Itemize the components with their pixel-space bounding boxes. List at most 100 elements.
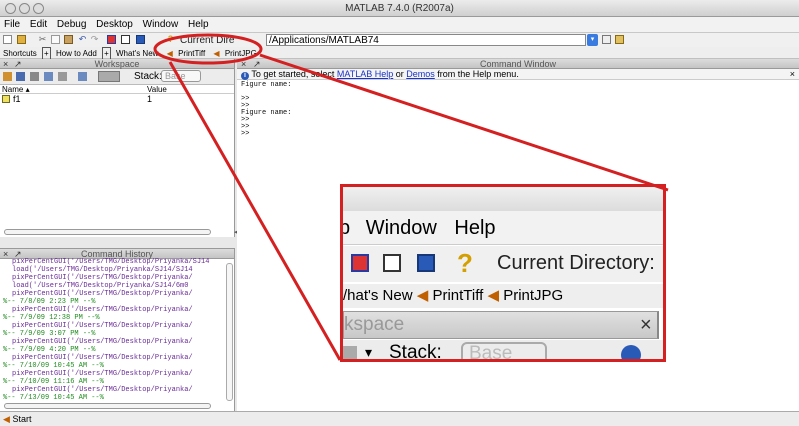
history-command[interactable]: pixPerCentGUI('/Users/TMG/Desktop/Priyan…: [0, 354, 225, 362]
start-label: Start: [12, 414, 32, 424]
simulink-icon[interactable]: [107, 35, 116, 44]
column-name-header[interactable]: Name ▴: [2, 85, 30, 94]
command-output-line: >>: [241, 102, 250, 110]
menu-desktop[interactable]: Desktop: [96, 19, 133, 30]
matlab-logo-icon: ◀: [3, 414, 10, 424]
workspace-import-icon[interactable]: [30, 72, 39, 81]
menu-help[interactable]: Help: [188, 19, 209, 30]
paste-icon[interactable]: [64, 35, 73, 44]
command-output-line: >>: [241, 95, 250, 103]
plot-selector-button[interactable]: [98, 71, 120, 82]
history-vscrollbar[interactable]: [226, 263, 233, 401]
cut-icon[interactable]: ✂: [38, 35, 47, 44]
directory-dropdown-icon[interactable]: ▾: [587, 34, 598, 46]
history-hscrollbar[interactable]: [4, 403, 211, 409]
shortcuts-bar: Shortcuts + How to Add + What's New ◀ Pr…: [0, 47, 799, 61]
matlab-help-link[interactable]: MATLAB Help: [337, 69, 393, 79]
undock-icon[interactable]: ↗: [14, 59, 22, 69]
zoom-close-icon: ×: [640, 314, 652, 336]
history-session-marker[interactable]: %-- 7/13/09 10:45 AM --%: [0, 394, 225, 401]
command-output-line: >>: [241, 123, 250, 131]
zoom-whats-new: /hat's New: [343, 287, 413, 304]
history-session-marker[interactable]: %-- 7/9/09 12:38 PM --%: [0, 314, 225, 322]
zoom-callout: p Window Help ? Current Directory: /hat'…: [340, 184, 666, 362]
workspace-toolbar: Stack: Base: [0, 69, 234, 85]
info-icon: i: [241, 72, 249, 80]
open-file-icon[interactable]: [17, 35, 26, 44]
info-text-suffix: from the Help menu.: [434, 69, 519, 79]
history-command[interactable]: pixPerCentGUI('/Users/TMG/Desktop/Priyan…: [0, 370, 225, 378]
close-pane-icon[interactable]: ×: [3, 59, 8, 69]
zoom-workspace-header: kspace ×: [343, 311, 659, 339]
workspace-header: × ↗ Workspace: [0, 59, 234, 69]
zoom-stack-label: Stack:: [389, 342, 442, 362]
command-history-pane: × ↗ Command History pixPerCentGUI('/User…: [0, 248, 235, 411]
workspace-pane: × ↗ Workspace Stack: Base Name ▴ Value f…: [0, 59, 235, 237]
zoom-window-button[interactable]: [33, 3, 44, 14]
copy-icon[interactable]: [51, 35, 60, 44]
workspace-open-icon[interactable]: [16, 72, 25, 81]
history-command[interactable]: pixPerCentGUI('/Users/TMG/Desktop/Priyan…: [0, 322, 225, 330]
minimize-window-button[interactable]: [19, 3, 30, 14]
column-value-header[interactable]: Value: [147, 85, 167, 94]
redo-icon[interactable]: ↷: [90, 35, 99, 44]
history-command[interactable]: pixPerCentGUI('/Users/TMG/Desktop/Priyan…: [0, 306, 225, 314]
zoom-stack-select: Base: [461, 342, 547, 359]
history-session-marker[interactable]: %-- 7/10/09 10:45 AM --%: [0, 362, 225, 370]
close-pane-icon[interactable]: ×: [241, 59, 246, 69]
history-command[interactable]: pixPerCentGUI('/Users/TMG/Desktop/Priyan…: [0, 258, 225, 266]
zoom-shortcuts-bar: /hat's New ◀ PrintTiff ◀ PrintJPG: [343, 284, 663, 308]
history-session-marker[interactable]: %-- 7/9/09 4:20 PM --%: [0, 346, 225, 354]
history-command[interactable]: pixPerCentGUI('/Users/TMG/Desktop/Priyan…: [0, 290, 225, 298]
profiler-icon[interactable]: [136, 35, 145, 44]
help-icon[interactable]: ?: [166, 35, 175, 44]
undock-icon[interactable]: ↗: [253, 59, 261, 69]
history-command[interactable]: pixPerCentGUI('/Users/TMG/Desktop/Priyan…: [0, 274, 225, 282]
history-session-marker[interactable]: %-- 7/9/09 3:07 PM --%: [0, 330, 225, 338]
new-file-icon[interactable]: [3, 35, 12, 44]
history-command[interactable]: pixPerCentGUI('/Users/TMG/Desktop/Priyan…: [0, 338, 225, 346]
zoom-workspace-title: kspace: [344, 314, 405, 335]
close-window-button[interactable]: [5, 3, 16, 14]
command-window-header: × ↗ Command Window: [237, 59, 799, 69]
zoom-current-directory-label: Current Directory:: [497, 252, 655, 274]
zoom-profiler-icon: [417, 254, 435, 272]
menu-window[interactable]: Window: [143, 19, 179, 30]
zoom-plot-selector: [343, 346, 357, 359]
start-button[interactable]: ◀ Start: [3, 414, 31, 424]
command-output[interactable]: Figure name: >> >> Figure name: >> >> >>: [237, 80, 799, 140]
workspace-delete-icon[interactable]: [78, 72, 87, 81]
zoom-help-icon: ?: [457, 248, 473, 278]
history-session-marker[interactable]: %-- 7/10/09 11:16 AM --%: [0, 378, 225, 386]
workspace-hscrollbar[interactable]: [4, 229, 211, 235]
parent-folder-icon[interactable]: [615, 35, 624, 44]
close-info-icon[interactable]: ×: [790, 69, 795, 80]
workspace-save-icon[interactable]: [44, 72, 53, 81]
menu-file[interactable]: File: [4, 19, 20, 30]
command-output-line: Figure name:: [241, 81, 292, 89]
workspace-row[interactable]: f1 1: [0, 94, 234, 104]
variable-value: 1: [147, 94, 153, 104]
variable-matrix-icon: [2, 95, 10, 103]
browse-folder-icon[interactable]: [602, 35, 611, 44]
current-directory-input[interactable]: /Applications/MATLAB74: [266, 34, 586, 46]
matlab-logo-icon: ◀: [416, 287, 429, 304]
workspace-print-icon[interactable]: [58, 72, 67, 81]
guide-icon[interactable]: [121, 35, 130, 44]
workspace-new-var-icon[interactable]: [3, 72, 12, 81]
current-directory-label: Current Dire: [180, 35, 235, 46]
undo-icon[interactable]: ↶: [78, 35, 87, 44]
history-list: pixPerCentGUI('/Users/TMG/Desktop/Priyan…: [0, 258, 225, 401]
command-output-line: >>: [241, 130, 250, 138]
history-command[interactable]: load('/Users/TMG/Desktop/Priyanka/SJ14/6…: [0, 282, 225, 290]
menu-debug[interactable]: Debug: [57, 19, 86, 30]
zoom-guide-icon: [383, 254, 401, 272]
demos-link[interactable]: Demos: [406, 69, 435, 79]
history-session-marker[interactable]: %-- 7/8/09 2:23 PM --%: [0, 298, 225, 306]
menu-edit[interactable]: Edit: [30, 19, 47, 30]
title-bar: MATLAB 7.4.0 (R2007a): [0, 0, 799, 17]
history-command[interactable]: pixPerCentGUI('/Users/TMG/Desktop/Priyan…: [0, 386, 225, 394]
stack-select[interactable]: Base: [161, 70, 201, 82]
history-command[interactable]: load('/Users/TMG/Desktop/Priyanka/SJ14/S…: [0, 266, 225, 274]
zoom-print-tiff: PrintTiff: [432, 287, 484, 304]
